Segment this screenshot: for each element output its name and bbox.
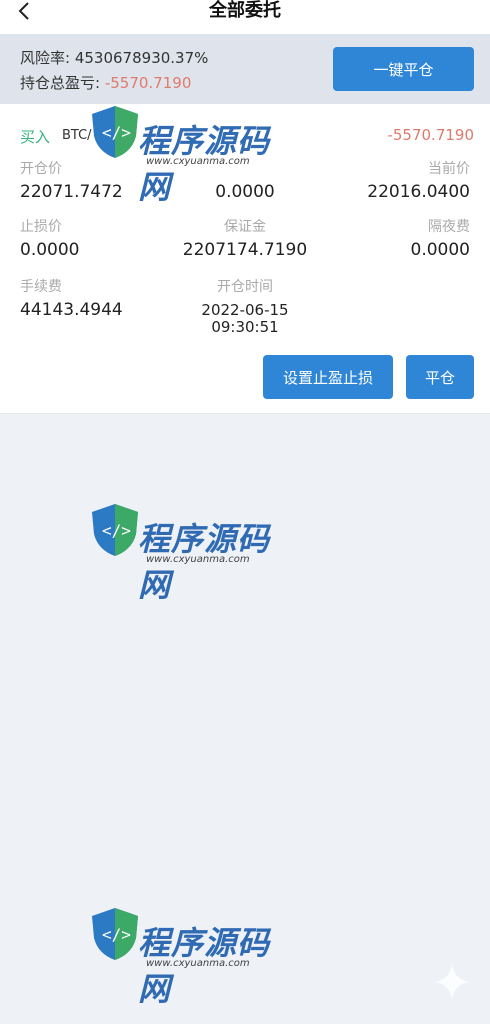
margin-label: 保证金 xyxy=(224,219,266,235)
watermark-logo: </> 程序源码网 www.cxyuanma.com xyxy=(86,100,296,206)
watermark-url: www.cxyuanma.com xyxy=(146,156,250,167)
current-price-value: 22016.0400 xyxy=(367,182,470,202)
account-summary: 风险率: 4530678930.37% 持仓总盈亏: -5570.7190 一键… xyxy=(0,34,490,104)
total-pnl-label: 持仓总盈亏: xyxy=(20,74,101,92)
risk-rate-value: 4530678930.37% xyxy=(74,49,209,67)
watermark-url: www.cxyuanma.com xyxy=(146,958,250,969)
set-tp-sl-button[interactable]: 设置止盈止损 xyxy=(263,355,393,399)
fee-label: 手续费 xyxy=(20,279,62,295)
open-time-label: 开仓时间 xyxy=(217,279,273,295)
position-pnl: -5570.7190 xyxy=(387,126,474,144)
fee-value: 44143.4944 xyxy=(20,300,123,320)
header-bar: 全部委托 xyxy=(0,0,490,34)
page-title: 全部委托 xyxy=(209,0,281,21)
overnight-fee-label: 隔夜费 xyxy=(428,219,470,235)
sparkle-icon xyxy=(434,964,470,1000)
shield-code-icon: </> xyxy=(92,504,138,556)
close-position-button[interactable]: 平仓 xyxy=(406,355,474,399)
svg-text:</>: </> xyxy=(102,123,131,142)
svg-text:</>: </> xyxy=(102,521,131,540)
open-time-date: 2022-06-15 xyxy=(201,301,289,319)
watermark-logo: </> 程序源码网 www.cxyuanma.com xyxy=(86,498,296,604)
risk-rate-label: 风险率: xyxy=(20,49,71,67)
open-time-clock: 09:30:51 xyxy=(211,318,279,336)
shield-code-icon: </> xyxy=(92,106,138,158)
svg-text:</>: </> xyxy=(102,925,131,944)
open-time-value: 2022-06-15 09:30:51 xyxy=(150,302,340,336)
total-pnl-row: 持仓总盈亏: -5570.7190 xyxy=(20,72,191,93)
total-pnl-value: -5570.7190 xyxy=(104,74,192,92)
current-price-label: 当前价 xyxy=(428,161,470,177)
close-all-button[interactable]: 一键平仓 xyxy=(333,47,474,91)
stop-loss-value: 0.0000 xyxy=(20,240,80,260)
margin-value: 2207174.7190 xyxy=(182,240,308,260)
risk-rate-row: 风险率: 4530678930.37% xyxy=(20,47,208,68)
stop-loss-label: 止损价 xyxy=(20,219,62,235)
overnight-fee-value: 0.0000 xyxy=(410,240,470,260)
side-badge: 买入 xyxy=(20,128,51,146)
shield-code-icon: </> xyxy=(92,908,138,960)
watermark-url: www.cxyuanma.com xyxy=(146,554,250,565)
watermark-logo: </> 程序源码网 www.cxyuanma.com xyxy=(86,902,296,1008)
open-price-label: 开仓价 xyxy=(20,161,62,177)
